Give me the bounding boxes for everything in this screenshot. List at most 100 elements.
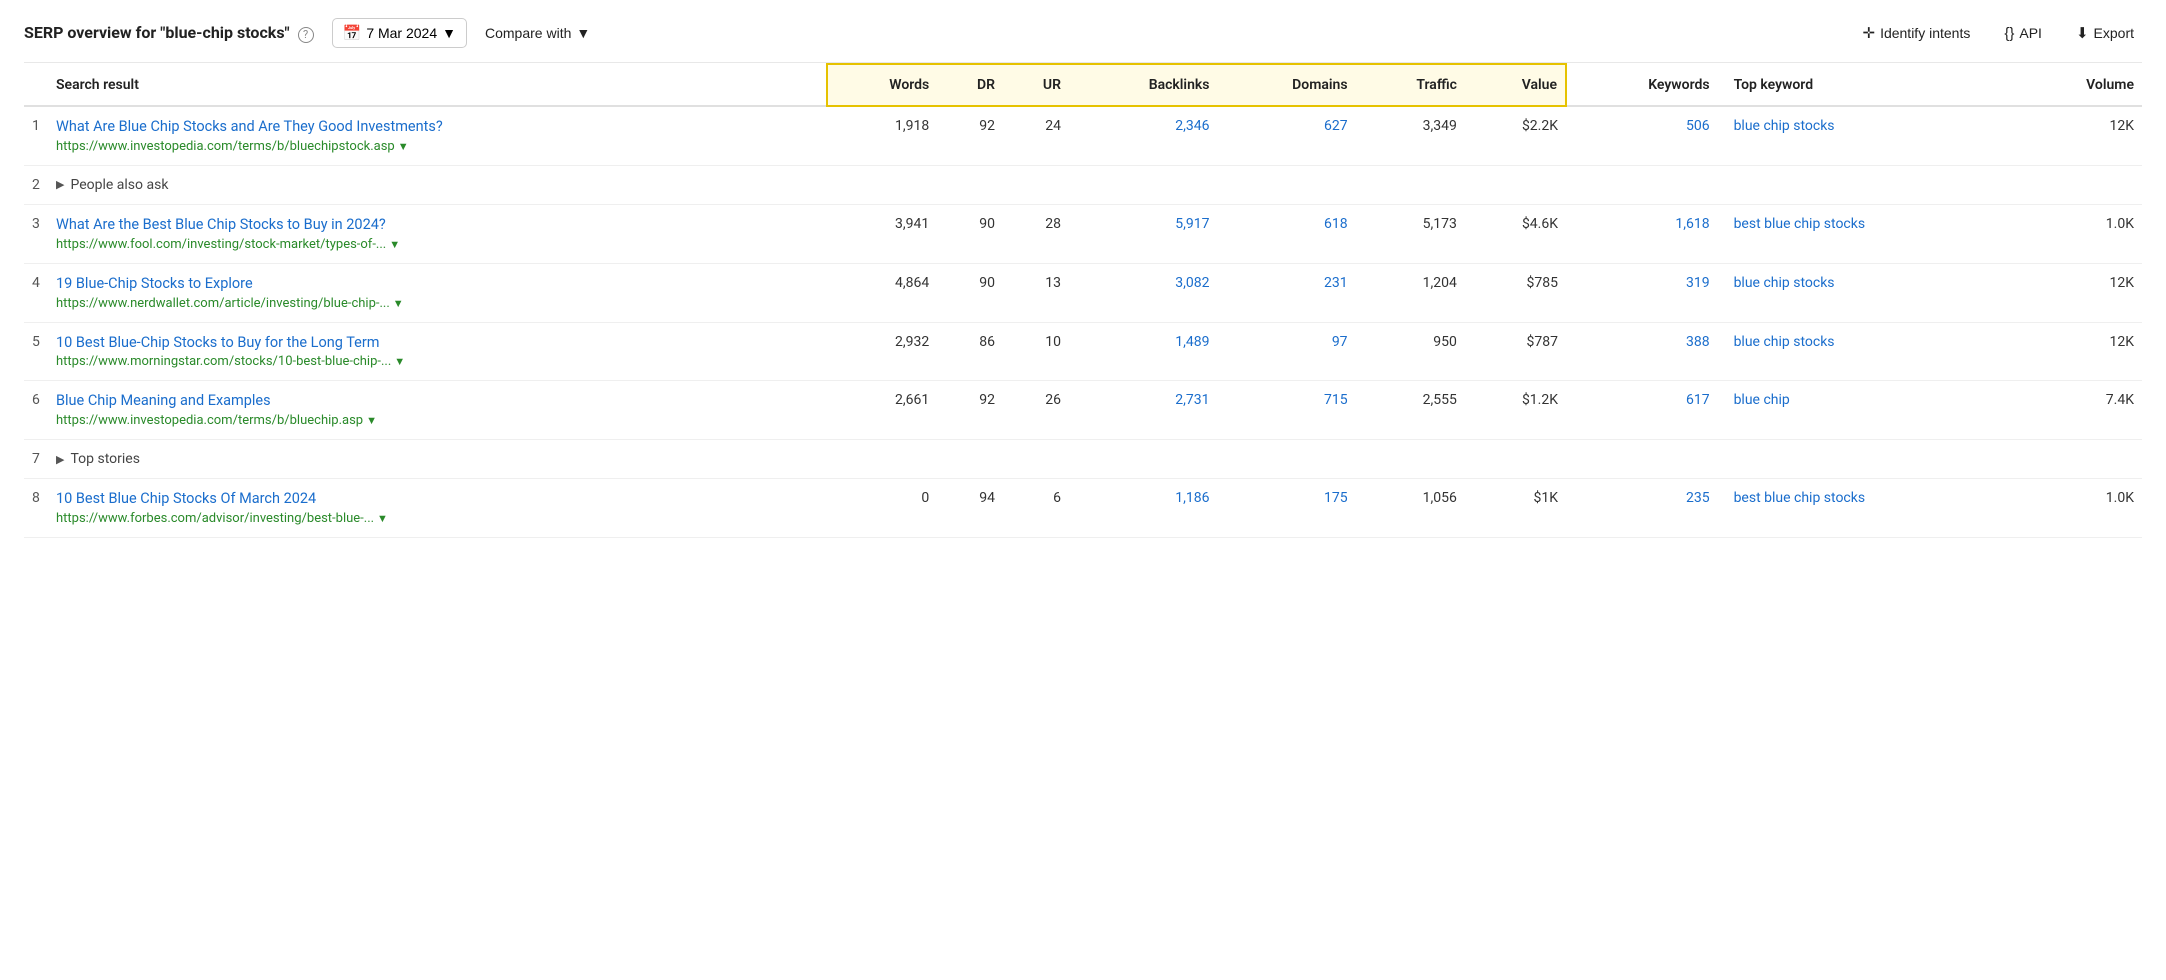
domains-cell: 231 [1217, 263, 1355, 322]
keywords-value[interactable]: 319 [1686, 275, 1710, 291]
top-keyword-cell: best blue chip stocks [1718, 204, 2019, 263]
api-button[interactable]: {} API [1996, 20, 2050, 47]
backlinks-cell: 2,346 [1069, 106, 1218, 165]
backlinks-cell: 1,489 [1069, 322, 1218, 381]
keywords-value[interactable]: 388 [1686, 334, 1710, 350]
result-url: https://www.investopedia.com/terms/b/blu… [56, 139, 819, 154]
domains-value[interactable]: 715 [1324, 392, 1348, 408]
ur-value: 28 [1003, 204, 1069, 263]
keywords-cell: 235 [1566, 479, 1718, 538]
keywords-value[interactable]: 1,618 [1675, 216, 1709, 232]
serp-table: Search result Words DR UR Backlinks Doma… [24, 63, 2142, 538]
keywords-value[interactable]: 506 [1686, 118, 1710, 134]
identify-intents-button[interactable]: ✛ Identify intents [1854, 19, 1978, 47]
backlinks-value[interactable]: 3,082 [1175, 275, 1209, 291]
value-value: $1.2K [1465, 381, 1566, 440]
keywords-value[interactable]: 617 [1686, 392, 1710, 408]
api-label: API [2019, 25, 2042, 41]
dr-value: 92 [937, 106, 1003, 165]
result-title-link[interactable]: Blue Chip Meaning and Examples [56, 392, 819, 411]
ur-value: 10 [1003, 322, 1069, 381]
table-row: 2 ▶ People also ask [24, 165, 2142, 204]
help-icon[interactable]: ? [298, 27, 314, 43]
url-dropdown-icon[interactable]: ▼ [377, 512, 388, 525]
value-value: $787 [1465, 322, 1566, 381]
table-row: 3 What Are the Best Blue Chip Stocks to … [24, 204, 2142, 263]
result-title-link[interactable]: What Are the Best Blue Chip Stocks to Bu… [56, 216, 819, 235]
keywords-cell: 319 [1566, 263, 1718, 322]
top-keyword-value[interactable]: blue chip [1734, 392, 1790, 408]
col-header-num [24, 64, 48, 106]
backlinks-value[interactable]: 1,489 [1175, 334, 1209, 350]
value-value: $2.2K [1465, 106, 1566, 165]
url-dropdown-icon[interactable]: ▼ [393, 297, 404, 310]
crosshair-icon: ✛ [1862, 24, 1875, 42]
date-picker-button[interactable]: 📅 7 Mar 2024 ▼ [332, 18, 467, 48]
triangle-icon: ▶ [56, 178, 64, 191]
row-num: 1 [24, 106, 48, 165]
top-keyword-value[interactable]: blue chip stocks [1734, 118, 1835, 134]
col-header-result: Search result [48, 64, 827, 106]
page-header: SERP overview for "blue-chip stocks" ? 📅… [24, 18, 2142, 63]
backlinks-cell: 2,731 [1069, 381, 1218, 440]
serp-table-container: Search result Words DR UR Backlinks Doma… [24, 63, 2142, 538]
top-keyword-value[interactable]: best blue chip stocks [1734, 216, 1866, 232]
result-title-link[interactable]: What Are Blue Chip Stocks and Are They G… [56, 118, 819, 137]
domains-cell: 97 [1217, 322, 1355, 381]
row-num: 7 [24, 440, 48, 479]
keywords-value[interactable]: 235 [1686, 490, 1710, 506]
backlinks-value[interactable]: 1,186 [1175, 490, 1209, 506]
date-label: 7 Mar 2024 [366, 25, 437, 41]
url-text: https://www.forbes.com/advisor/investing… [56, 511, 374, 526]
url-dropdown-icon[interactable]: ▼ [389, 238, 400, 251]
traffic-value: 2,555 [1356, 381, 1465, 440]
top-keyword-cell: blue chip [1718, 381, 2019, 440]
compare-with-button[interactable]: Compare with ▼ [485, 25, 590, 41]
domains-value[interactable]: 97 [1332, 334, 1348, 350]
ur-value: 24 [1003, 106, 1069, 165]
result-title-link[interactable]: 10 Best Blue-Chip Stocks to Buy for the … [56, 334, 819, 353]
result-title-link[interactable]: 19 Blue-Chip Stocks to Explore [56, 275, 819, 294]
col-header-traffic: Traffic [1356, 64, 1465, 106]
col-header-domains: Domains [1217, 64, 1355, 106]
result-url: https://www.nerdwallet.com/article/inves… [56, 296, 819, 311]
domains-value[interactable]: 618 [1324, 216, 1348, 232]
row-result: Blue Chip Meaning and Examples https://w… [48, 381, 827, 440]
url-dropdown-icon[interactable]: ▼ [394, 355, 405, 368]
top-keyword-value[interactable]: blue chip stocks [1734, 275, 1835, 291]
words-value: 4,864 [827, 263, 937, 322]
backlinks-value[interactable]: 2,346 [1175, 118, 1209, 134]
domains-value[interactable]: 175 [1324, 490, 1348, 506]
url-dropdown-icon[interactable]: ▼ [398, 140, 409, 153]
row-result: What Are Blue Chip Stocks and Are They G… [48, 106, 827, 165]
result-title-link[interactable]: 10 Best Blue Chip Stocks Of March 2024 [56, 490, 819, 509]
traffic-value: 1,204 [1356, 263, 1465, 322]
top-keyword-value[interactable]: best blue chip stocks [1734, 490, 1866, 506]
backlinks-value[interactable]: 5,917 [1175, 216, 1209, 232]
section-cell[interactable]: ▶ People also ask [48, 166, 827, 204]
keywords-cell: 388 [1566, 322, 1718, 381]
volume-value: 12K [2018, 322, 2142, 381]
identify-label: Identify intents [1880, 25, 1970, 41]
domains-value[interactable]: 627 [1324, 118, 1348, 134]
volume-value: 12K [2018, 106, 2142, 165]
backlinks-value[interactable]: 2,731 [1175, 392, 1209, 408]
url-dropdown-icon[interactable]: ▼ [366, 414, 377, 427]
traffic-value: 950 [1356, 322, 1465, 381]
row-result: 19 Blue-Chip Stocks to Explore https://w… [48, 263, 827, 322]
domains-cell: 618 [1217, 204, 1355, 263]
words-value: 2,932 [827, 322, 937, 381]
row-result: What Are the Best Blue Chip Stocks to Bu… [48, 204, 827, 263]
url-text: https://www.investopedia.com/terms/b/blu… [56, 139, 395, 154]
value-value: $1K [1465, 479, 1566, 538]
table-body: 1 What Are Blue Chip Stocks and Are They… [24, 106, 2142, 538]
table-row: 4 19 Blue-Chip Stocks to Explore https:/… [24, 263, 2142, 322]
col-header-ur: UR [1003, 64, 1069, 106]
result-url: https://www.fool.com/investing/stock-mar… [56, 237, 819, 252]
top-keyword-value[interactable]: blue chip stocks [1734, 334, 1835, 350]
keywords-cell: 506 [1566, 106, 1718, 165]
section-cell[interactable]: ▶ Top stories [48, 440, 827, 478]
export-button[interactable]: ⬇ Export [2068, 19, 2142, 47]
volume-value: 1.0K [2018, 204, 2142, 263]
domains-value[interactable]: 231 [1324, 275, 1348, 291]
